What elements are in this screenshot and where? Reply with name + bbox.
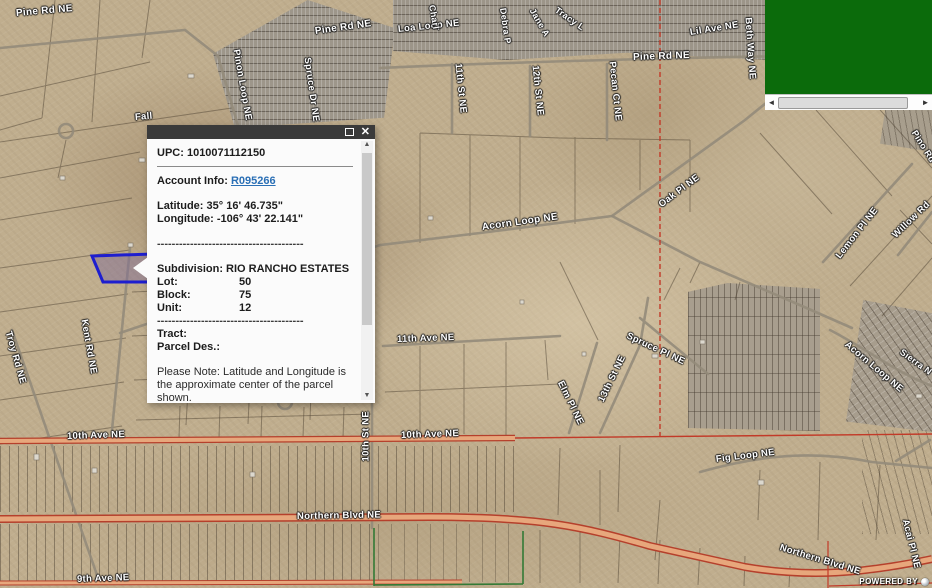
street-label: Fall (135, 110, 153, 122)
powered-by-text: POWERED BY (859, 577, 918, 586)
block-value: 75 (239, 289, 251, 302)
longitude-row: Longitude: -106° 43' 22.141" (157, 213, 353, 226)
upc-value: 1010071112150 (187, 147, 265, 159)
popup-vertical-scrollbar[interactable]: ▲ ▼ (361, 141, 373, 400)
close-icon[interactable]: ✕ (361, 125, 370, 139)
street-label: Northern Blvd NE (297, 510, 381, 522)
dashed-separator: ---------------------------------------- (157, 315, 353, 328)
block-row: Block: 75 (157, 289, 353, 302)
lot-value: 50 (239, 276, 251, 289)
scrollbar-thumb[interactable] (778, 97, 908, 109)
parcel-map-viewer: Pine Rd NE Pine Rd NE Pine Rd NE Loa Loo… (0, 0, 932, 588)
maximize-icon[interactable] (345, 128, 354, 136)
unit-row: Unit: 12 (157, 302, 353, 315)
popup-callout-pointer (133, 257, 148, 279)
latitude-value: 35° 16' 46.735" (207, 200, 283, 212)
parcel-info-popup: ✕ UPC: 1010071112150 Account Info: R0952… (147, 125, 375, 403)
tract-row: Tract: (157, 328, 353, 341)
dashed-separator: ---------------------------------------- (157, 238, 353, 251)
longitude-label: Longitude: (157, 213, 214, 225)
latitude-label: Latitude: (157, 200, 203, 212)
overview-panel: ◄ ► (765, 0, 932, 110)
coordinates: Latitude: 35° 16' 46.735" Longitude: -10… (157, 200, 353, 226)
longitude-value: -106° 43' 22.141" (217, 213, 303, 225)
block-label: Block: (157, 289, 239, 302)
powered-by-logo-icon (921, 578, 929, 586)
parcel-des-row: Parcel Des.: (157, 341, 353, 354)
scroll-up-icon[interactable]: ▲ (361, 140, 373, 150)
popup-note: Please Note: Latitude and Longitude is t… (157, 366, 353, 403)
street-label: 9th Ave NE (77, 572, 130, 585)
popup-titlebar[interactable]: ✕ (147, 125, 375, 139)
unit-value: 12 (239, 302, 251, 315)
road-9th-ave (0, 582, 462, 583)
scroll-down-icon[interactable]: ▼ (361, 391, 373, 401)
scrollbar-thumb[interactable] (362, 153, 372, 325)
lot-label: Lot: (157, 276, 239, 289)
subdivision-row: Subdivision: RIO RANCHO ESTATES (157, 263, 353, 276)
city-boundary-green (374, 528, 523, 586)
latitude-row: Latitude: 35° 16' 46.735" (157, 200, 353, 213)
street-label: 10th St NE (361, 411, 372, 462)
account-label: Account Info: (157, 175, 228, 187)
street-label: 11th Ave NE (397, 332, 455, 345)
scroll-right-icon[interactable]: ► (920, 95, 931, 110)
attribution: POWERED BY (859, 577, 929, 586)
street-label: Pine Rd NE (633, 50, 690, 63)
overview-horizontal-scrollbar[interactable]: ◄ ► (765, 94, 932, 110)
upc-label: UPC: (157, 147, 184, 159)
street-label: 10th Ave NE (67, 429, 125, 442)
scroll-left-icon[interactable]: ◄ (766, 95, 777, 110)
divider (157, 166, 353, 167)
lot-row: Lot: 50 (157, 276, 353, 289)
unit-label: Unit: (157, 302, 239, 315)
account-link[interactable]: R095266 (231, 175, 276, 187)
upc-row: UPC: 1010071112150 (157, 147, 353, 160)
popup-body: UPC: 1010071112150 Account Info: R095266… (147, 139, 375, 403)
street-label: 10th Ave NE (401, 428, 459, 441)
account-row: Account Info: R095266 (157, 175, 353, 188)
